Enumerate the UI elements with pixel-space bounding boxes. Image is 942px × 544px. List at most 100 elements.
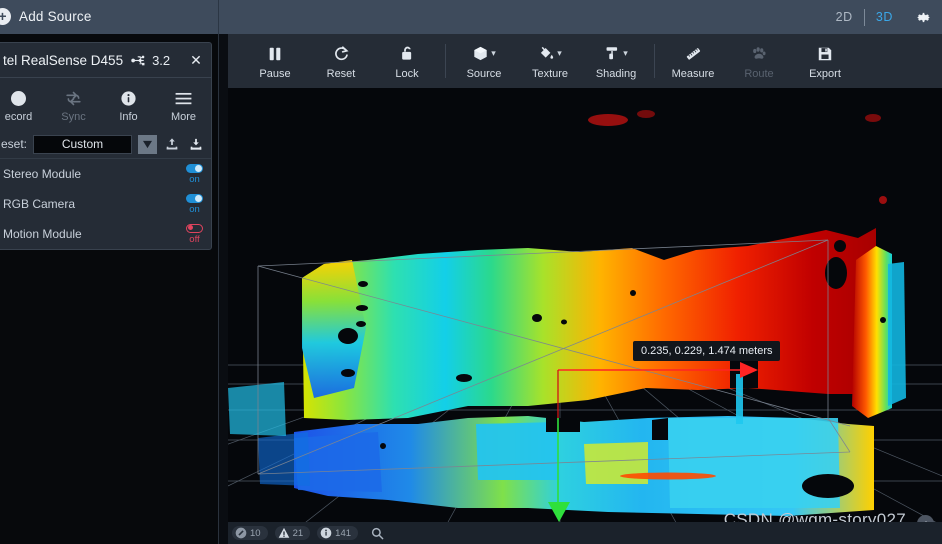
search-icon[interactable] (371, 527, 384, 540)
point-cloud-orange-strip (620, 472, 716, 480)
caret-down-icon[interactable] (138, 134, 157, 154)
lock-button[interactable]: Lock (374, 43, 440, 80)
add-source-label: Add Source (19, 9, 92, 24)
module-row-rgb[interactable]: RGB Camera on (0, 189, 211, 219)
reset-button[interactable]: Reset (308, 43, 374, 80)
plus-circle-icon: + (0, 8, 11, 25)
record-label: ecord (4, 111, 33, 123)
route-label: Route (744, 67, 774, 80)
module-row-stereo[interactable]: Stereo Module on (0, 159, 211, 189)
preset-value: Custom (61, 137, 104, 151)
usb-icon (131, 54, 148, 67)
device-panel: tel RealSense D455 3.2 ✕ ecord Sync Info… (0, 42, 212, 250)
view-mode-2d[interactable]: 2D (825, 10, 864, 24)
usb-version: 3.2 (152, 52, 171, 68)
cancel-icon (235, 527, 247, 539)
texture-button[interactable]: ▾ Texture (517, 43, 583, 80)
measure-button[interactable]: Measure (660, 43, 726, 80)
reset-label: Reset (326, 67, 356, 80)
point-cloud-stray-b (637, 110, 655, 118)
download-icon[interactable] (187, 135, 205, 154)
source-label: Source (466, 67, 502, 80)
device-name: tel RealSense D455 (3, 52, 124, 68)
toggle-switch-on-icon[interactable] (186, 163, 203, 173)
point-cloud-right-column (852, 246, 892, 418)
point-cloud-post (736, 374, 743, 424)
preset-select[interactable]: Custom (33, 134, 132, 154)
sync-label: Sync (61, 111, 86, 123)
toggle-switch-on-icon[interactable] (186, 193, 203, 203)
module-state-label: on (189, 203, 200, 215)
more-label: More (170, 111, 197, 123)
hamburger-icon (174, 89, 193, 108)
export-button[interactable]: Export (792, 43, 858, 80)
status-chip-infos[interactable]: 141 (317, 526, 359, 540)
reset-icon (333, 43, 350, 65)
point-cloud-stray-d (879, 196, 887, 204)
export-label: Export (809, 67, 841, 80)
add-source-button[interactable]: + Add Source (0, 8, 92, 25)
lock-label: Lock (395, 67, 419, 80)
module-toggle[interactable]: off (186, 223, 203, 245)
unlock-icon (400, 43, 415, 65)
info-button[interactable]: Info (101, 82, 156, 130)
preset-label: eset: (1, 137, 28, 151)
toolbar-divider (445, 44, 446, 78)
point-cloud-render (228, 88, 942, 544)
pause-label: Pause (259, 67, 291, 80)
chevron-down-icon: ▾ (623, 48, 628, 58)
pause-button[interactable]: Pause (242, 43, 308, 80)
status-bar: 10 21 141 (228, 522, 942, 544)
point-cloud-block-e (258, 432, 310, 486)
close-icon[interactable]: ✕ (190, 52, 202, 69)
status-count: 21 (292, 527, 304, 539)
gear-icon[interactable] (915, 9, 932, 26)
save-icon (817, 43, 833, 65)
module-state-label: off (189, 233, 200, 245)
texture-label: Texture (531, 67, 569, 80)
point-cloud-canvas[interactable]: 0.235, 0.229, 1.474 meters CSDN @wqm-sto… (228, 88, 942, 544)
viewport-toolbar: Pause Reset Lock ▾ Source ▾ Texture ▾ Sh… (228, 34, 942, 88)
chevron-down-icon: ▾ (491, 48, 496, 58)
warning-icon (278, 527, 290, 539)
sync-icon (64, 89, 83, 108)
info-icon (120, 89, 137, 108)
module-name: RGB Camera (3, 197, 76, 211)
top-bar: + Add Source 2D 3D (0, 0, 942, 34)
pause-icon (267, 43, 283, 65)
status-chip-warnings[interactable]: 21 (274, 526, 311, 540)
upload-icon[interactable] (163, 135, 181, 154)
module-name: Motion Module (3, 227, 82, 241)
sync-button[interactable]: Sync (46, 82, 101, 130)
source-button[interactable]: ▾ Source (451, 43, 517, 80)
module-row-motion[interactable]: Motion Module off (0, 219, 211, 249)
viewport-3d[interactable]: Pause Reset Lock ▾ Source ▾ Texture ▾ Sh… (228, 34, 942, 544)
status-count: 141 (335, 527, 352, 539)
measurement-tooltip: 0.235, 0.229, 1.474 meters (633, 341, 781, 361)
info-label: Info (119, 111, 138, 123)
device-action-row: ecord Sync Info More (0, 78, 211, 130)
shading-label: Shading (595, 67, 637, 80)
preset-row: eset: Custom (0, 130, 211, 158)
module-state-label: on (189, 173, 200, 185)
module-toggle[interactable]: on (186, 193, 203, 215)
view-mode-3d[interactable]: 3D (865, 10, 904, 24)
record-button[interactable]: ecord (0, 82, 46, 130)
status-chip-errors[interactable]: 10 (232, 526, 268, 540)
point-cloud-right-edge (888, 262, 906, 406)
measure-label: Measure (671, 67, 715, 80)
toolbar-divider (654, 44, 655, 78)
module-toggle[interactable]: on (186, 163, 203, 185)
usb-status: 3.2 (131, 53, 170, 68)
toggle-switch-off-icon[interactable] (186, 223, 203, 233)
shading-button[interactable]: ▾ Shading (583, 43, 649, 80)
route-button[interactable]: Route (726, 43, 792, 80)
realsense-viewer-window: + Add Source 2D 3D tel RealSense D455 3.… (0, 0, 942, 544)
device-sidebar: tel RealSense D455 3.2 ✕ ecord Sync Info… (0, 34, 219, 544)
point-cloud-block-f (228, 382, 286, 436)
paint-can-icon (538, 45, 555, 62)
chevron-down-icon: ▾ (557, 48, 562, 58)
info-icon (320, 527, 332, 539)
module-name: Stereo Module (3, 167, 82, 181)
more-button[interactable]: More (156, 82, 211, 130)
